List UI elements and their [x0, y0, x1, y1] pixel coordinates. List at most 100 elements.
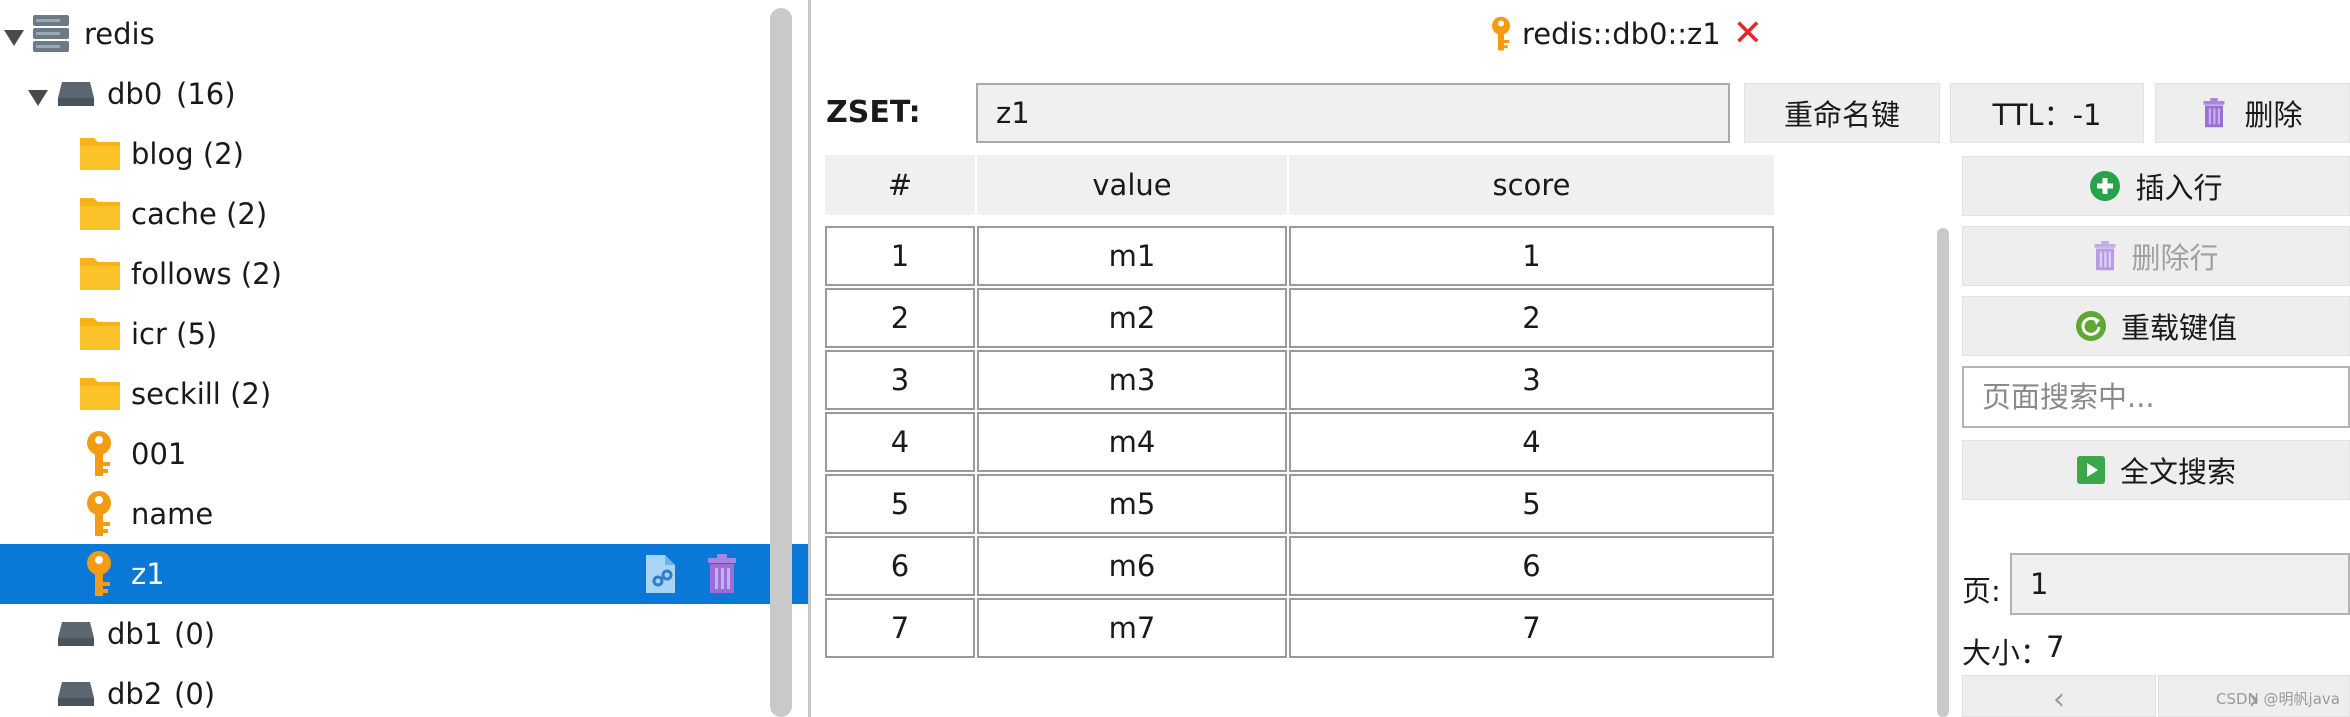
table-cell-index[interactable]: 5	[825, 474, 975, 534]
delete-row-button[interactable]: 删除行	[1962, 226, 2350, 286]
key-icon	[87, 551, 111, 596]
tree-key-001[interactable]: 001	[0, 424, 808, 484]
table-cell-index[interactable]: 7	[825, 598, 975, 658]
delete-key-button[interactable]: 删除	[2155, 83, 2350, 143]
tree-node-label: cache (2)	[131, 197, 268, 231]
ttl-button[interactable]: TTL：-1	[1950, 83, 2144, 143]
table-cell-index[interactable]: 3	[825, 350, 975, 410]
column-header-index[interactable]: #	[825, 155, 975, 215]
add-circle-icon	[2090, 171, 2121, 201]
table-cell-value[interactable]: m6	[977, 536, 1287, 596]
tree-scrollbar[interactable]	[770, 8, 792, 717]
table-cell-score[interactable]: 7	[1289, 598, 1774, 658]
server-icon	[33, 15, 69, 52]
tree-node-label: follows (2)	[131, 257, 282, 291]
tree-node-label: redis	[84, 17, 155, 51]
reload-value-button[interactable]: 重载键值	[1962, 296, 2350, 356]
button-label: TTL：-1	[1992, 98, 2102, 132]
tree-node-label: seckill (2)	[131, 377, 272, 411]
button-label: 全文搜索	[2119, 455, 2236, 489]
button-label: 重载键值	[2120, 311, 2237, 345]
key-icon	[87, 431, 111, 476]
page-label: 页:	[1962, 574, 2001, 608]
folder-icon	[80, 258, 120, 290]
copy-key-icon[interactable]	[643, 553, 679, 595]
insert-row-button[interactable]: 插入行	[1962, 156, 2350, 216]
expand-arrow-icon[interactable]	[28, 90, 48, 106]
tree-node-redis[interactable]: redis	[0, 4, 808, 64]
tree-folder-seckill[interactable]: seckill (2)	[0, 364, 808, 424]
table-cell-value[interactable]: m3	[977, 350, 1287, 410]
tree-node-label: name	[131, 497, 214, 531]
tree-node-count: (16)	[176, 77, 236, 111]
tree-folder-blog[interactable]: blog (2)	[0, 124, 808, 184]
tree-node-count: (0)	[174, 617, 216, 651]
key-icon	[1492, 16, 1510, 51]
button-label: 重命名键	[1783, 98, 1900, 132]
tree-node-db2[interactable]: db2 (0)	[0, 664, 808, 717]
button-label: 插入行	[2135, 171, 2223, 205]
table-scrollbar[interactable]	[1937, 228, 1949, 717]
page-search-input[interactable]: 页面搜索中...	[1962, 366, 2350, 428]
refresh-icon	[2075, 311, 2106, 341]
table-cell-value[interactable]: m4	[977, 412, 1287, 472]
table-cell-value[interactable]: m5	[977, 474, 1287, 534]
tree-node-count: (0)	[174, 677, 216, 711]
table-cell-score[interactable]: 1	[1289, 226, 1774, 286]
database-icon	[58, 82, 94, 106]
play-icon	[2076, 456, 2105, 484]
database-icon	[58, 682, 94, 706]
table-cell-score[interactable]: 6	[1289, 536, 1774, 596]
table-cell-value[interactable]: m7	[977, 598, 1287, 658]
tree-node-label: blog (2)	[131, 137, 244, 171]
trash-icon	[2094, 241, 2116, 271]
tree-node-db0[interactable]: db0 (16)	[0, 64, 808, 124]
expand-arrow-icon[interactable]	[4, 30, 24, 46]
table-cell-value[interactable]: m2	[977, 288, 1287, 348]
database-icon	[58, 622, 94, 646]
tree-node-label: icr (5)	[131, 317, 218, 351]
full-text-search-button[interactable]: 全文搜索	[1962, 440, 2350, 500]
tree-folder-icr[interactable]: icr (5)	[0, 304, 808, 364]
tree-folder-cache[interactable]: cache (2)	[0, 184, 808, 244]
column-header-value[interactable]: value	[977, 155, 1287, 215]
size-value: 7	[2046, 630, 2065, 664]
key-type-label: ZSET:	[826, 95, 921, 130]
close-tab-icon[interactable]: ✕	[1733, 16, 1763, 52]
table-cell-score[interactable]: 5	[1289, 474, 1774, 534]
tree-node-db1[interactable]: db1 (0)	[0, 604, 808, 664]
folder-icon	[80, 378, 120, 410]
page-number-input[interactable]: 1	[2010, 553, 2350, 615]
tree-node-label: z1	[131, 557, 165, 591]
size-label: 大小：	[1962, 636, 2050, 670]
column-header-score[interactable]: score	[1289, 155, 1774, 215]
table-cell-index[interactable]: 2	[825, 288, 975, 348]
watermark: CSDN @明帆java	[2216, 690, 2340, 708]
prev-page-button[interactable]: ‹	[1962, 675, 2156, 717]
trash-icon[interactable]	[706, 554, 738, 594]
tree-node-label: db2	[107, 677, 163, 711]
chevron-left-icon: ‹	[2053, 682, 2065, 717]
button-label: 删除	[2244, 98, 2303, 132]
table-cell-score[interactable]: 3	[1289, 350, 1774, 410]
tab-title: redis::db0::z1	[1522, 17, 1721, 51]
key-tree-panel: redis db0 (16) blog (2) cache (2) follow…	[0, 0, 811, 717]
folder-icon	[80, 318, 120, 350]
folder-icon	[80, 138, 120, 170]
trash-icon	[2203, 98, 2225, 128]
table-cell-score[interactable]: 2	[1289, 288, 1774, 348]
table-cell-value[interactable]: m1	[977, 226, 1287, 286]
table-cell-score[interactable]: 4	[1289, 412, 1774, 472]
table-cell-index[interactable]: 4	[825, 412, 975, 472]
tree-node-label: db1	[107, 617, 163, 651]
tree-folder-follows[interactable]: follows (2)	[0, 244, 808, 304]
key-icon	[87, 491, 111, 536]
folder-icon	[80, 198, 120, 230]
tree-key-name[interactable]: name	[0, 484, 808, 544]
key-tab[interactable]: redis::db0::z1 ✕	[1488, 12, 1763, 56]
key-name-input[interactable]: z1	[976, 83, 1730, 143]
rename-key-button[interactable]: 重命名键	[1744, 83, 1940, 143]
table-cell-index[interactable]: 1	[825, 226, 975, 286]
tree-key-z1[interactable]: z1	[0, 544, 808, 604]
table-cell-index[interactable]: 6	[825, 536, 975, 596]
